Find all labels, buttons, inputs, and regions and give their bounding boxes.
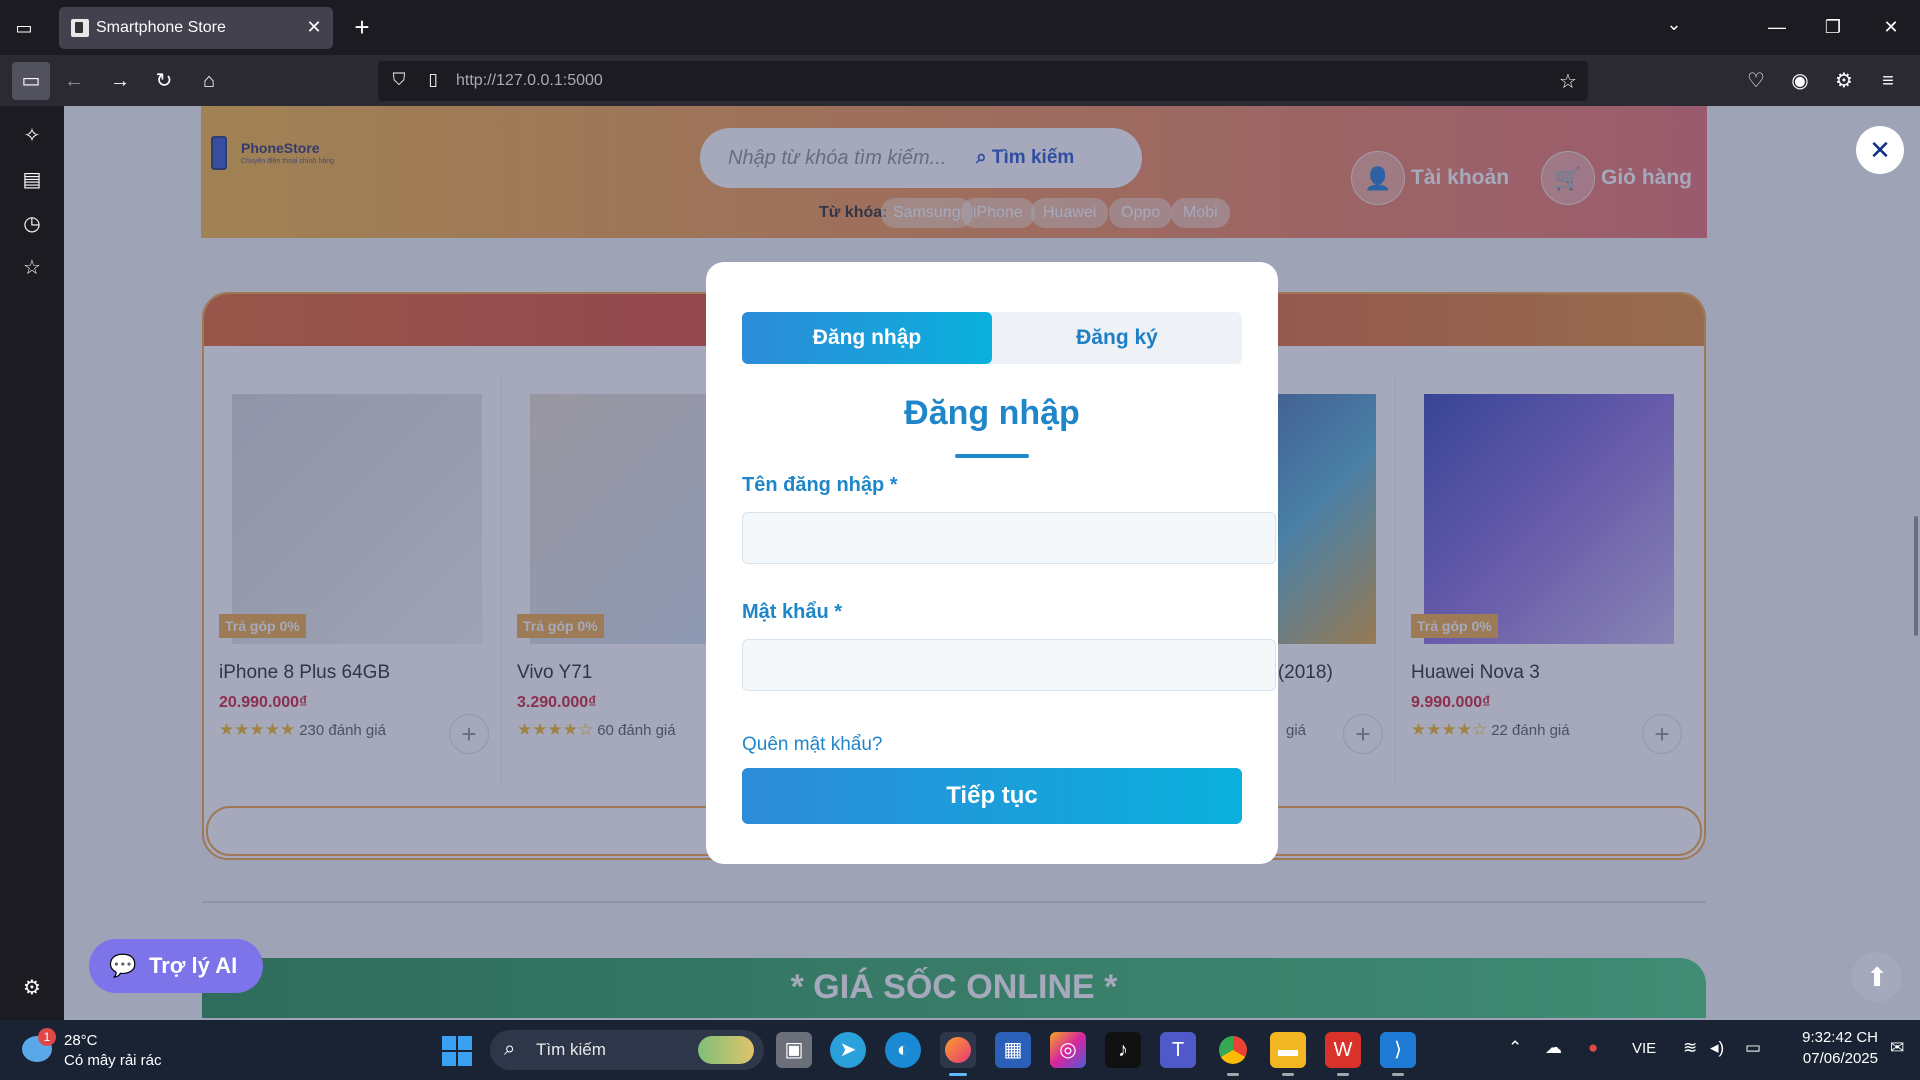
reload-icon[interactable]: ↻ [150, 67, 178, 95]
start-tile [458, 1052, 472, 1066]
wifi-icon[interactable]: ≋ [1683, 1038, 1697, 1058]
account-icon[interactable]: ◉ [1786, 67, 1814, 95]
instagram-icon[interactable]: ◎ [1050, 1032, 1086, 1068]
tab-login[interactable]: Đăng nhập [742, 312, 992, 364]
username-label: Tên đăng nhập * [742, 474, 898, 496]
modal-title: Đăng nhập [904, 394, 1080, 432]
tab-close-icon[interactable]: ✕ [303, 16, 325, 38]
history-icon[interactable]: ◷ [18, 210, 46, 238]
wps-office-icon[interactable]: W [1325, 1032, 1361, 1076]
taskbar-clock[interactable]: 9:32:42 CH 07/06/2025 [1778, 1029, 1878, 1071]
continue-button[interactable]: Tiếp tục [742, 768, 1242, 824]
pocket-icon[interactable]: ♡ [1742, 67, 1770, 95]
volume-icon[interactable]: ◂) [1710, 1038, 1724, 1058]
browser-tab[interactable]: Smartphone Store ✕ [59, 7, 333, 49]
firefox-icon[interactable] [940, 1032, 976, 1076]
taskbar-search[interactable]: ⌕ Tìm kiếm [490, 1030, 764, 1070]
firefox-logo [945, 1037, 971, 1063]
windows-taskbar: 1 28°C Có mây rải rác ⌕ Tìm kiếm ▣ ➤ ◐ ▦… [0, 1020, 1920, 1080]
new-tab-button[interactable]: + [348, 13, 376, 41]
extensions-icon[interactable]: ⚙ [1830, 67, 1858, 95]
restore-window-button[interactable]: ❐ [1818, 14, 1848, 40]
weather-desc: Có mây rải rác [64, 1052, 162, 1069]
onedrive-icon[interactable]: ☁ [1545, 1038, 1562, 1058]
weather-temp: 28°C [64, 1032, 98, 1049]
home-icon[interactable]: ⌂ [195, 67, 223, 95]
chat-icon: 💬 [109, 953, 137, 978]
page-viewport: PhoneStore Chuyên điện thoại chính hãng … [64, 106, 1920, 1020]
start-tile [458, 1036, 472, 1050]
search-highlight-image [698, 1036, 754, 1064]
sidebar-toggle-icon[interactable]: ▭ [12, 62, 50, 100]
site-favicon-icon [71, 19, 89, 37]
list-all-tabs-icon[interactable]: ⌄ [1662, 14, 1686, 38]
back-icon[interactable]: ← [60, 67, 88, 95]
page-info-icon[interactable]: ▯ [422, 70, 444, 92]
vscode-icon[interactable]: ⟩ [1380, 1032, 1416, 1076]
notification-badge: 1 [38, 1028, 56, 1046]
windows-start-icon[interactable] [442, 1036, 472, 1066]
url-host: http://127.0.0.1 [456, 72, 563, 89]
ai-assistant-label: Trợ lý AI [149, 953, 238, 978]
browser-tab-bar: ▭ Smartphone Store ✕ + ⌄ — ❐ ✕ [0, 0, 1920, 55]
clock-date: 07/06/2025 [1802, 1050, 1878, 1067]
clock-time: 9:32:42 CH [1802, 1029, 1878, 1046]
customize-sidebar-icon[interactable]: ⚙ [18, 974, 46, 1002]
bookmarks-icon[interactable]: ☆ [18, 254, 46, 282]
tab-list-icon[interactable]: ▭ [12, 16, 36, 40]
chrome-tray-icon[interactable]: ● [1588, 1038, 1598, 1058]
start-tile [442, 1036, 456, 1050]
weather-widget[interactable]: 1 28°C Có mây rải rác [22, 1028, 182, 1072]
scroll-to-top-icon[interactable]: ⬆ [1852, 952, 1902, 1002]
close-window-button[interactable]: ✕ [1876, 14, 1906, 40]
tab-title: Smartphone Store [96, 19, 226, 36]
forgot-password-link[interactable]: Quên mật khẩu? [742, 734, 882, 756]
minimize-window-button[interactable]: — [1762, 14, 1792, 40]
synced-tabs-icon[interactable]: ▤ [18, 166, 46, 194]
url-port: :5000 [562, 72, 603, 89]
tab-register[interactable]: Đăng ký [992, 312, 1242, 364]
telegram-icon[interactable]: ➤ [830, 1032, 866, 1068]
language-indicator[interactable]: VIE [1632, 1040, 1656, 1057]
chrome-logo [1219, 1036, 1247, 1064]
tracking-protection-icon[interactable]: ⛉ [388, 70, 410, 92]
title-underline [955, 454, 1029, 458]
task-view-icon[interactable]: ▣ [776, 1032, 812, 1068]
page-scrollbar[interactable] [1914, 516, 1918, 636]
ai-chatbot-icon[interactable]: ✧ [18, 122, 46, 150]
browser-sidebar: ✧ ▤ ◷ ☆ ⚙ [0, 106, 64, 1020]
login-modal: Đăng nhập Đăng ký Đăng nhập Tên đăng nhậ… [706, 262, 1278, 864]
url-text[interactable]: http://127.0.0.1:5000 [456, 72, 603, 90]
notification-center-icon[interactable]: ✉ [1890, 1038, 1904, 1058]
browser-nav-bar: ▭ ← → ↻ ⌂ ⛉ ▯ http://127.0.0.1:5000 ☆ ♡ … [0, 55, 1920, 106]
tiktok-icon[interactable]: ♪ [1105, 1032, 1141, 1068]
auth-tabs: Đăng nhập Đăng ký [742, 312, 1242, 364]
address-bar[interactable]: ⛉ ▯ http://127.0.0.1:5000 ☆ [378, 61, 1588, 101]
search-icon: ⌕ [504, 1038, 516, 1060]
microsoft-store-icon[interactable]: ▦ [995, 1032, 1031, 1068]
bookmark-star-icon[interactable]: ☆ [1556, 69, 1580, 93]
teams-icon[interactable]: T [1160, 1032, 1196, 1068]
battery-icon[interactable]: ▭ [1745, 1038, 1761, 1058]
show-hidden-icons-icon[interactable]: ⌃ [1508, 1038, 1522, 1058]
ai-assistant-button[interactable]: 💬 Trợ lý AI [89, 939, 263, 993]
forward-icon[interactable]: → [106, 67, 134, 95]
chrome-icon[interactable] [1215, 1032, 1251, 1076]
password-label: Mật khẩu * [742, 601, 843, 623]
password-field[interactable] [742, 639, 1276, 691]
menu-icon[interactable]: ≡ [1874, 67, 1902, 95]
username-field[interactable] [742, 512, 1276, 564]
file-explorer-icon[interactable]: ▬ [1270, 1032, 1306, 1076]
taskbar-search-label: Tìm kiếm [536, 1040, 606, 1059]
start-tile [442, 1052, 456, 1066]
edge-icon[interactable]: ◐ [885, 1032, 921, 1068]
close-modal-icon[interactable]: ✕ [1856, 126, 1904, 174]
